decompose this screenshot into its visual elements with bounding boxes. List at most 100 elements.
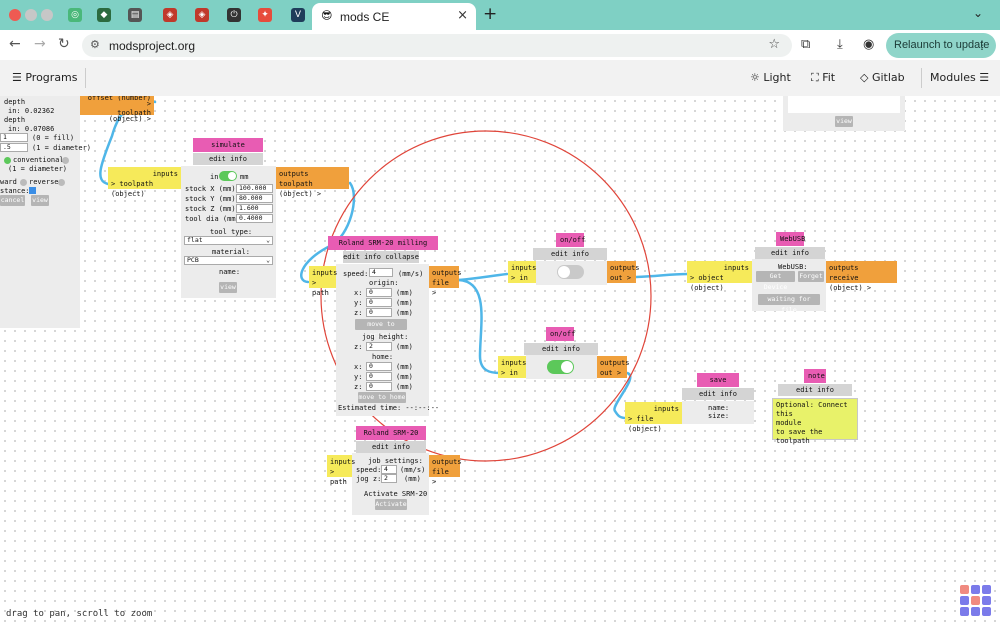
onoff2-edit-info-collapse[interactable]: edit info collapse	[524, 343, 598, 365]
speed-input[interactable]: 4	[369, 268, 393, 277]
left-field-2[interactable]: .5	[0, 143, 28, 152]
reload-icon[interactable]: ↻	[58, 36, 70, 52]
input-file[interactable]: > file (object)	[628, 414, 679, 434]
webusb-outputs: outputs receive (object) >	[826, 261, 897, 292]
output-file[interactable]: file >	[432, 278, 456, 298]
new-tab-button[interactable]: +	[483, 4, 497, 24]
jog-height-input[interactable]: 2	[366, 342, 392, 351]
stock-x-input[interactable]: 100.000	[236, 184, 273, 193]
output-out[interactable]: out >	[610, 273, 633, 283]
input-in[interactable]: > in	[501, 368, 523, 378]
origin-z-input[interactable]: 0	[366, 308, 392, 317]
milling-title[interactable]: Roland SRM-20 milling machine	[328, 236, 438, 261]
output-toolpath[interactable]: toolpath (object) >	[83, 110, 151, 123]
simulate-title[interactable]: simulate toolpath	[193, 138, 263, 163]
save-file-title[interactable]: save file	[697, 373, 739, 398]
units-toggle[interactable]	[219, 171, 237, 181]
onoff1-toggle[interactable]	[557, 265, 584, 279]
rml-title[interactable]: Roland SRM-20 RML	[356, 426, 426, 451]
output-file[interactable]: file >	[432, 467, 457, 487]
onoff1-title[interactable]: on/off	[556, 233, 585, 247]
webusb-edit-info-collapse[interactable]: edit info collapse	[755, 247, 825, 269]
input-toolpath[interactable]: > toolpath (object)	[111, 179, 178, 199]
forward-arrow-icon[interactable]: →	[34, 36, 46, 52]
input-object[interactable]: > object (object)	[690, 273, 749, 293]
tab-favicon-book-icon[interactable]: ▤	[128, 8, 142, 22]
stock-y-input[interactable]: 80.000	[236, 194, 273, 203]
more-menu-icon[interactable]: ⋮	[976, 33, 988, 58]
webusb-title[interactable]: WebUSB	[776, 232, 805, 246]
origin-y-input[interactable]: 0	[366, 298, 392, 307]
maximize-window-button[interactable]	[41, 9, 53, 21]
get-device-button[interactable]: Get Device	[756, 271, 795, 291]
fit-button[interactable]: ⛶ Fit	[811, 71, 835, 85]
tool-type-select[interactable]: flat ⌄	[184, 236, 273, 245]
close-window-button[interactable]	[9, 9, 21, 21]
view-button[interactable]: view	[835, 116, 853, 127]
sort-distance-checkbox[interactable]	[29, 187, 36, 194]
move-to-home-button[interactable]: move to home	[358, 392, 406, 403]
program-canvas[interactable]: depth in: 0.02362 depth in: 0.07086 1 (0…	[0, 96, 1000, 625]
save-file-edit-info-collapse[interactable]: edit info collapse	[682, 388, 754, 410]
home-z-input[interactable]: 0	[366, 382, 392, 391]
modules-menu[interactable]: Modules ☰	[930, 71, 989, 84]
view-button[interactable]: view	[219, 282, 237, 293]
tool-dia-input[interactable]: 0.4000	[236, 214, 273, 223]
milling-edit-info-collapse[interactable]: edit info collapse	[343, 251, 419, 263]
bookmark-star-icon[interactable]: ☆	[768, 37, 780, 52]
move-to-origin-button[interactable]: move to origin	[355, 319, 407, 339]
relaunch-button[interactable]: Relaunch to update ⋮	[886, 33, 996, 58]
programs-menu[interactable]: ☰ Programs	[12, 71, 78, 84]
download-icon[interactable]: ⤓	[837, 37, 843, 52]
output-offset[interactable]: offset (number) >	[83, 96, 151, 107]
address-bar[interactable]: ⚙ modsproject.org ☆	[82, 34, 792, 57]
minimize-window-button[interactable]	[25, 9, 37, 21]
input-path[interactable]: > path	[330, 467, 349, 487]
light-toggle[interactable]: ☼ Light	[750, 71, 791, 84]
onoff1-edit-info-collapse[interactable]: edit info collapse	[533, 248, 607, 270]
tab-favicon-cube-icon[interactable]: ◈	[163, 8, 177, 22]
close-tab-icon[interactable]: ×	[457, 8, 468, 23]
onoff2-toggle[interactable]	[547, 360, 574, 374]
rml-jog-input[interactable]: 2	[381, 474, 397, 483]
view-button[interactable]: view	[31, 195, 49, 206]
back-arrow-icon[interactable]: ←	[9, 36, 21, 52]
site-settings-icon[interactable]: ⚙	[90, 38, 100, 51]
home-y-input[interactable]: 0	[366, 372, 392, 381]
stock-z-input[interactable]: 1.600	[236, 204, 273, 213]
note-textarea[interactable]: Optional: Connect this module to save th…	[772, 398, 858, 445]
note-title[interactable]: note	[804, 369, 826, 383]
rml-edit-info-collapse[interactable]: edit info collapse	[356, 441, 426, 463]
onoff2-title[interactable]: on/off	[546, 327, 575, 341]
tab-favicon-2-icon[interactable]: ◆	[97, 8, 111, 22]
tab-favicon-power-icon[interactable]: ⏻	[227, 8, 241, 22]
forget-button[interactable]: Forget	[798, 271, 824, 282]
left-field-1[interactable]: 1	[0, 133, 28, 142]
conventional-radio[interactable]	[62, 157, 69, 164]
reverse-radio[interactable]	[58, 179, 65, 186]
output-toolpath[interactable]: toolpath (object) >	[279, 179, 346, 199]
profile-icon[interactable]: ◉	[863, 37, 874, 52]
tab-favicon-1-icon[interactable]: ◎	[68, 8, 82, 22]
input-in[interactable]: > in	[511, 273, 533, 283]
tab-favicon-v-icon[interactable]: V	[291, 8, 305, 22]
tab-favicon-puzzle-icon[interactable]: ✦	[258, 8, 272, 22]
origin-x-input[interactable]: 0	[366, 288, 392, 297]
cancel-button[interactable]: cancel	[0, 195, 25, 206]
forward-radio[interactable]	[20, 179, 27, 186]
extensions-icon[interactable]: ⧉	[801, 37, 810, 52]
input-path[interactable]: > path	[312, 278, 333, 298]
tab-favicon-cube2-icon[interactable]: ◈	[195, 8, 209, 22]
gitlab-link[interactable]: ◇ Gitlab	[860, 71, 905, 84]
output-out[interactable]: out >	[600, 368, 624, 378]
simulate-edit-info-collapse[interactable]: edit info collapse	[193, 153, 263, 175]
note-edit-info-collapse[interactable]: edit info collapse	[778, 384, 852, 406]
tab-search-chevron-icon[interactable]: ⌄	[973, 6, 983, 20]
activate-button[interactable]: Activate	[375, 499, 407, 510]
rml-speed-input[interactable]: 4	[381, 465, 397, 474]
home-x-input[interactable]: 0	[366, 362, 392, 371]
material-select[interactable]: PCB ⌄	[184, 256, 273, 265]
output-receive[interactable]: receive (object) >	[829, 273, 894, 293]
climb-radio[interactable]	[4, 157, 11, 164]
tab-mods-ce[interactable]: 😎 mods CE ×	[312, 3, 476, 30]
